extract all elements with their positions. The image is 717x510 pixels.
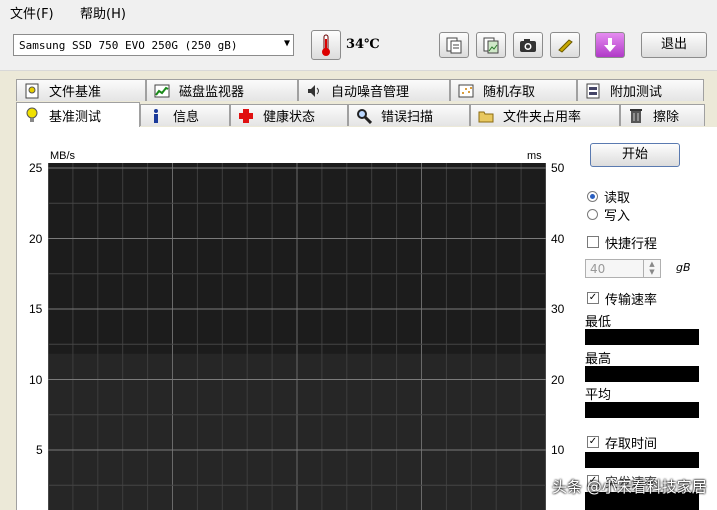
tab-label: 附加测试 [610, 85, 663, 100]
menu-file[interactable]: 文件(F) [10, 3, 54, 22]
exit-button[interactable]: 退出 [641, 32, 707, 58]
tab-label: 文件夹占用率 [503, 110, 582, 125]
left-tick-label: 25 [29, 161, 43, 175]
menu-bar: 文件(F) 帮助(H) [0, 0, 717, 22]
short-stroke-spinner[interactable]: 40 ▲ ▼ [585, 259, 661, 278]
copy-image-button[interactable] [476, 32, 506, 58]
chevron-down-icon: ▼ [283, 38, 290, 49]
drive-select[interactable]: Samsung SSD 750 EVO 250G (250 gB) ▼ [13, 34, 294, 56]
access-time-value-box [585, 452, 699, 468]
tab-label: 信息 [173, 110, 200, 125]
tab-error-scan[interactable]: 错误扫描 [348, 104, 470, 126]
access-time-checkbox[interactable]: ✓ [587, 436, 599, 448]
temperature-button[interactable] [311, 30, 341, 60]
short-stroke-value: 40 [590, 262, 606, 276]
camera-icon [520, 39, 536, 52]
short-stroke-checkbox[interactable] [587, 236, 599, 248]
tab-health[interactable]: 健康状态 [230, 104, 348, 126]
trash-icon [627, 108, 645, 124]
tab-noise-management[interactable]: 自动噪音管理 [298, 79, 450, 101]
tab-file-benchmark[interactable]: 文件基准 [16, 79, 146, 101]
benchmark-bulb-icon [23, 107, 41, 123]
tab-disk-monitor[interactable]: 磁盘监视器 [146, 79, 298, 101]
spinner-arrows-icon[interactable]: ▲ ▼ [643, 260, 660, 277]
start-button[interactable]: 开始 [590, 143, 680, 167]
health-cross-icon [237, 108, 255, 124]
thermometer-icon [322, 34, 330, 56]
toolbar: Samsung SSD 750 EVO 250G (250 gB) ▼ 34℃ [0, 22, 717, 71]
write-label: 写入 [604, 209, 631, 224]
file-bench-icon [23, 83, 41, 99]
right-tick-label: 40 [551, 231, 565, 246]
info-icon [147, 108, 165, 124]
drive-select-value: Samsung SSD 750 EVO 250G (250 gB) [19, 39, 238, 52]
magnifier-icon [355, 108, 373, 124]
options-button[interactable] [550, 32, 580, 58]
left-tick-label: 5 [36, 443, 43, 457]
disk-monitor-icon [153, 83, 171, 99]
tab-label: 随机存取 [483, 85, 536, 100]
tab-label: 基准测试 [49, 109, 102, 125]
right-tick-label: 30 [551, 302, 565, 316]
folder-icon [477, 108, 495, 124]
right-tick-label: 10 [551, 443, 565, 457]
min-label: 最低 [585, 315, 612, 330]
short-stroke-label: 快捷行程 [605, 237, 658, 252]
copy-text-icon [446, 37, 462, 54]
chart-plot-area [48, 163, 546, 510]
avg-label: 平均 [585, 388, 612, 403]
copy-image-icon [483, 37, 499, 54]
short-stroke-unit: gB [676, 261, 691, 274]
tab-label: 错误扫描 [381, 110, 434, 125]
save-button[interactable] [595, 32, 625, 58]
copy-text-button[interactable] [439, 32, 469, 58]
transfer-rate-label: 传输速率 [605, 293, 658, 308]
tab-folder-usage[interactable]: 文件夹占用率 [470, 104, 620, 126]
max-value-box [585, 366, 699, 382]
tab-label: 自动噪音管理 [331, 85, 410, 100]
read-label: 读取 [604, 191, 631, 206]
speaker-icon [305, 83, 323, 99]
tab-random-access[interactable]: 随机存取 [450, 79, 577, 101]
left-axis-unit: MB/s [50, 150, 76, 162]
left-tick-label: 15 [29, 302, 43, 316]
access-time-label: 存取时间 [605, 437, 658, 452]
screenshot-button[interactable] [513, 32, 543, 58]
transfer-rate-checkbox[interactable]: ✓ [587, 292, 599, 304]
tab-label: 文件基准 [49, 85, 102, 100]
tab-info[interactable]: 信息 [140, 104, 230, 126]
menu-help[interactable]: 帮助(H) [80, 3, 126, 22]
left-tick-label: 10 [29, 372, 43, 387]
max-label: 最高 [585, 352, 612, 367]
arrow-down-icon [604, 38, 616, 52]
right-tick-label: 20 [551, 372, 565, 387]
tab-label: 擦除 [653, 110, 680, 125]
read-radio[interactable] [587, 191, 598, 202]
avg-value-box [585, 402, 699, 418]
tab-erase[interactable]: 擦除 [620, 104, 705, 126]
tab-extra-tests[interactable]: 附加测试 [577, 79, 704, 101]
right-axis-unit: ms [527, 150, 542, 162]
temperature-value: 34℃ [346, 37, 380, 52]
left-tick-label: 20 [29, 231, 43, 246]
wrench-icon [558, 39, 573, 53]
min-value-box [585, 329, 699, 345]
extra-tests-icon [584, 83, 602, 99]
write-radio[interactable] [587, 209, 598, 220]
tab-label: 磁盘监视器 [179, 85, 245, 100]
right-tick-label: 50 [551, 161, 565, 175]
watermark-text: 头条 @小宋看科技家居 [552, 478, 707, 496]
random-access-icon [457, 83, 475, 99]
tab-label: 健康状态 [263, 110, 316, 125]
tab-benchmark[interactable]: 基准测试 [16, 102, 140, 127]
